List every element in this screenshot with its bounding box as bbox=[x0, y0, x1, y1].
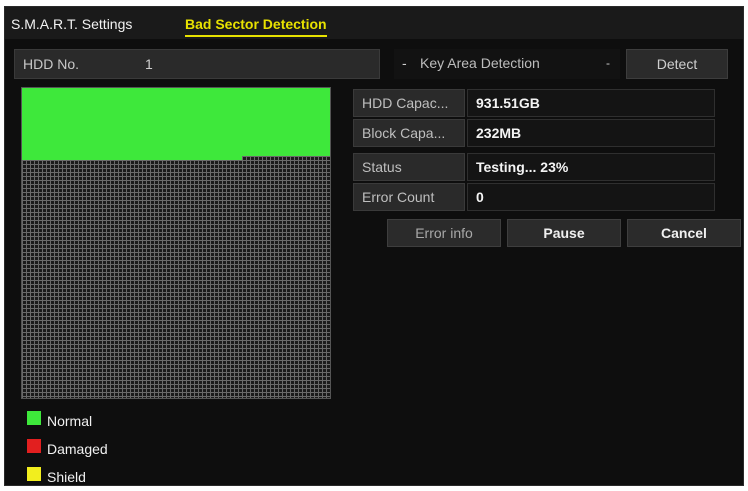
hdd-capacity-label: HDD Capac... bbox=[353, 89, 465, 117]
action-buttons: Error info Pause Cancel bbox=[387, 219, 741, 249]
pause-button[interactable]: Pause bbox=[507, 219, 621, 247]
row-error-count: Error Count 0 bbox=[353, 183, 715, 211]
legend: Normal Damaged Shield bbox=[27, 407, 227, 491]
block-capacity-label: Block Capa... bbox=[353, 119, 465, 147]
error-info-button[interactable]: Error info bbox=[387, 219, 501, 247]
dropdown-left-icon: - bbox=[402, 55, 407, 71]
swatch-normal bbox=[27, 411, 41, 425]
detection-mode-select[interactable]: - Key Area Detection - bbox=[394, 49, 620, 79]
normal-sectors-fill bbox=[22, 88, 330, 156]
legend-label-damaged: Damaged bbox=[47, 441, 108, 457]
tab-smart-settings[interactable]: S.M.A.R.T. Settings bbox=[11, 11, 132, 37]
detection-mode-value: Key Area Detection bbox=[420, 55, 540, 71]
detect-button[interactable]: Detect bbox=[626, 49, 728, 79]
status-label: Status bbox=[353, 153, 465, 181]
bad-sector-detection-window: S.M.A.R.T. Settings Bad Sector Detection… bbox=[4, 6, 744, 486]
block-capacity-value: 232MB bbox=[467, 119, 715, 147]
swatch-shield bbox=[27, 467, 41, 481]
legend-item-normal: Normal bbox=[27, 407, 227, 435]
status-value: Testing... 23% bbox=[467, 153, 715, 181]
normal-sectors-partial-row bbox=[22, 156, 242, 160]
hdd-number-value: 1 bbox=[145, 56, 153, 72]
error-count-label: Error Count bbox=[353, 183, 465, 211]
legend-label-shield: Shield bbox=[47, 469, 86, 485]
legend-label-normal: Normal bbox=[47, 413, 93, 429]
tab-label: Bad Sector Detection bbox=[185, 16, 327, 32]
cancel-button[interactable]: Cancel bbox=[627, 219, 741, 247]
tab-bad-sector-detection[interactable]: Bad Sector Detection bbox=[185, 11, 327, 37]
sector-map-grid bbox=[21, 87, 331, 399]
error-count-value: 0 bbox=[467, 183, 715, 211]
legend-item-shield: Shield bbox=[27, 463, 227, 491]
hdd-number-label: HDD No. bbox=[23, 56, 80, 72]
row-block-capacity: Block Capa... 232MB bbox=[353, 119, 715, 147]
swatch-damaged bbox=[27, 439, 41, 453]
disk-info-table: HDD Capac... 931.51GB Block Capa... 232M… bbox=[353, 89, 715, 213]
legend-item-damaged: Damaged bbox=[27, 435, 227, 463]
control-row: HDD No. 1 - Key Area Detection - Detect bbox=[14, 49, 734, 79]
row-status: Status Testing... 23% bbox=[353, 153, 715, 181]
hdd-capacity-value: 931.51GB bbox=[467, 89, 715, 117]
hdd-number-field[interactable]: HDD No. 1 bbox=[14, 49, 380, 79]
dropdown-caret-icon: - bbox=[606, 56, 610, 70]
row-hdd-capacity: HDD Capac... 931.51GB bbox=[353, 89, 715, 117]
active-tab-underline bbox=[185, 35, 327, 37]
tab-bar: S.M.A.R.T. Settings Bad Sector Detection bbox=[5, 7, 743, 39]
